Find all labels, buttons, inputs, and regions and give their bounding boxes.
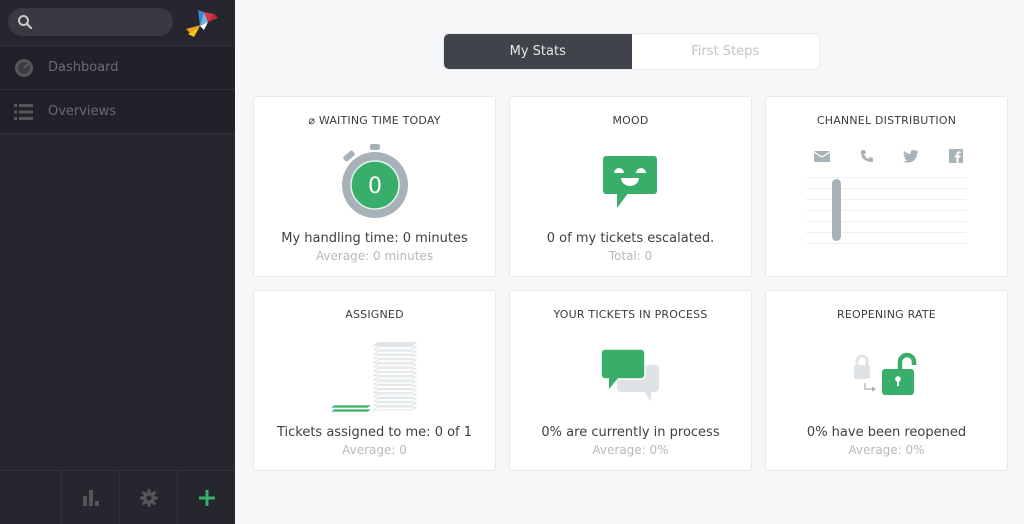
email-icon <box>814 149 830 163</box>
mood-graphic <box>510 141 751 223</box>
dashboard-gauge-icon <box>14 58 34 78</box>
stack-sheet-total <box>372 393 417 398</box>
chart-gridline <box>806 232 966 233</box>
reopened-text: 0% have been reopened <box>806 425 967 440</box>
twitter-icon <box>903 149 920 163</box>
card-tickets-in-process: YOUR TICKETS IN PROCESS 0% are currently… <box>509 290 752 471</box>
stack-sheet-total <box>372 342 417 346</box>
card-assigned: ASSIGNED Tickets assigned to me: 0 of 1 … <box>253 290 496 471</box>
reopen-graphic <box>766 335 1007 417</box>
card-waiting-time: ⌀ WAITING TIME TODAY 0 My handling time:… <box>253 96 496 277</box>
channel-icons <box>814 149 964 163</box>
card-channel-distribution: CHANNEL DISTRIBUTION <box>765 96 1008 277</box>
stack-sheet-total <box>372 380 417 385</box>
chart-gridline <box>806 177 966 178</box>
sidebar-item-overviews[interactable]: Overviews <box>0 90 235 134</box>
process-graphic <box>510 335 751 417</box>
sidebar-header <box>0 0 235 46</box>
stack-sheet-total <box>372 397 417 402</box>
search-icon <box>18 15 33 30</box>
sidebar-item-dashboard[interactable]: Dashboard <box>0 46 235 90</box>
gear-icon <box>139 489 158 507</box>
handling-time-text: My handling time: 0 minutes <box>281 231 468 246</box>
settings-button[interactable] <box>119 471 177 524</box>
average-text: Average: 0 <box>342 443 407 457</box>
create-new-button[interactable] <box>177 471 235 524</box>
stats-bars-icon <box>82 490 99 506</box>
chart-gridline <box>806 221 966 222</box>
stack-sheet-total <box>372 367 417 372</box>
card-title: REOPENING RATE <box>837 308 936 321</box>
search-input[interactable] <box>8 8 173 36</box>
chat-bubbles-icon <box>599 348 659 402</box>
stack-sheet-total <box>372 354 417 359</box>
stats-button[interactable] <box>61 471 119 524</box>
stack-sheet-total <box>372 372 417 377</box>
sidebar-item-label: Dashboard <box>48 60 119 75</box>
channel-bar-email <box>832 179 842 241</box>
facebook-icon <box>948 149 964 163</box>
stack-sheet-total <box>372 346 417 351</box>
chart-gridline <box>806 210 966 211</box>
list-icon <box>14 102 34 122</box>
total-text: Total: 0 <box>608 249 653 263</box>
tab-first-steps[interactable]: First Steps <box>631 34 819 69</box>
stack-sheet-total <box>372 385 417 389</box>
stopwatch-graphic: 0 <box>254 141 495 223</box>
footer-spacer <box>0 471 61 524</box>
card-mood: MOOD 0 of my tickets escalated. Total: 0 <box>509 96 752 277</box>
tab-my-stats[interactable]: My Stats <box>444 34 632 69</box>
chart-gridline <box>806 199 966 200</box>
stack-sheet-total <box>372 359 417 364</box>
no-entry-icon: ⌀ <box>308 114 316 127</box>
happy-speech-bubble-icon <box>602 156 657 208</box>
stack-sheet-total <box>372 350 417 355</box>
average-text: Average: 0 minutes <box>315 249 434 263</box>
assigned-text: Tickets assigned to me: 0 of 1 <box>276 425 473 440</box>
stack-sheet-total <box>372 402 417 407</box>
assigned-graphic <box>254 335 495 417</box>
stack-sheet-total <box>372 363 417 368</box>
sidebar-footer <box>0 470 235 524</box>
chart-gridline <box>806 243 966 244</box>
stack-sheet-assigned <box>329 408 373 413</box>
ticket-stack-icon <box>329 342 417 413</box>
logo-bird-icon[interactable] <box>184 4 220 40</box>
card-title: CHANNEL DISTRIBUTION <box>816 114 957 127</box>
escalated-text: 0 of my tickets escalated. <box>546 231 715 246</box>
plus-icon <box>198 490 215 506</box>
average-text: Average: 0% <box>592 443 669 457</box>
card-title: ⌀ WAITING TIME TODAY <box>308 114 441 127</box>
chart-gridline <box>806 188 966 189</box>
stats-tabs: My Stats First Steps <box>443 33 820 70</box>
card-title: MOOD <box>612 114 649 127</box>
channel-chart <box>806 177 966 244</box>
main-content: My Stats First Steps ⌀ WAITING TIME TODA… <box>235 0 1024 524</box>
phone-icon <box>859 149 875 163</box>
stack-sheet-total <box>372 406 417 411</box>
stopwatch-icon: 0 <box>341 144 408 218</box>
stack-sheet-assigned <box>329 404 373 409</box>
card-reopening-rate: REOPENING RATE 0% have been reopened Ave… <box>765 290 1008 471</box>
stack-sheet-total <box>372 389 417 394</box>
in-process-text: 0% are currently in process <box>541 425 720 440</box>
sidebar-item-label: Overviews <box>48 104 116 119</box>
stack-sheet-total <box>372 376 417 381</box>
card-title: ASSIGNED <box>345 308 404 321</box>
waiting-time-value: 0 <box>368 174 382 199</box>
average-text: Average: 0% <box>848 443 925 457</box>
card-title: YOUR TICKETS IN PROCESS <box>553 308 708 321</box>
sidebar: Dashboard Overviews <box>0 0 235 524</box>
unlocked-padlock-icon <box>853 352 916 395</box>
